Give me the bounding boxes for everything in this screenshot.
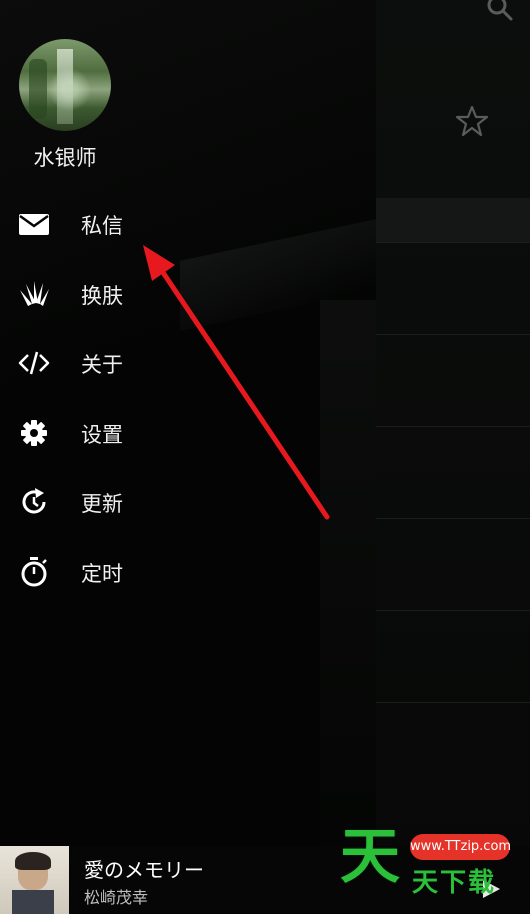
mail-icon — [19, 214, 49, 235]
code-icon — [18, 351, 50, 375]
update-icon — [22, 488, 46, 514]
watermark-url: www.TTzip.com — [410, 834, 511, 860]
watermark-glyph: 天 — [340, 822, 400, 892]
menu-item-label: 定时 — [81, 562, 123, 586]
song-title: 愛のメモリー — [84, 858, 204, 882]
divider — [376, 334, 530, 335]
menu-item-settings[interactable]: 设置 — [0, 403, 376, 463]
divider — [376, 426, 530, 427]
menu-item-update[interactable]: 更新 — [0, 472, 376, 532]
username[interactable]: 水银师 — [0, 142, 130, 172]
menu-item-about[interactable]: 关于 — [0, 333, 376, 393]
navigation-drawer: 水银师 私信 换肤 关于 设置 更新 定时 — [0, 0, 376, 914]
menu-item-timer[interactable]: 定时 — [0, 542, 376, 602]
menu-item-label: 更新 — [81, 492, 123, 516]
star-icon[interactable] — [455, 104, 489, 138]
menu-item-label: 私信 — [81, 214, 123, 238]
search-icon[interactable] — [484, 0, 514, 22]
divider — [376, 242, 530, 243]
gear-icon — [21, 420, 47, 446]
avatar[interactable] — [19, 39, 111, 131]
menu-item-label: 关于 — [81, 353, 123, 377]
timer-icon — [21, 557, 47, 587]
watermark-text: 天下载 — [412, 868, 497, 898]
menu-item-label: 换肤 — [81, 284, 123, 308]
song-artist: 松崎茂幸 — [84, 888, 149, 907]
menu-item-messages[interactable]: 私信 — [0, 194, 376, 254]
skin-icon — [20, 281, 49, 306]
album-art[interactable] — [0, 846, 69, 914]
menu-item-skin[interactable]: 换肤 — [0, 264, 376, 324]
divider — [376, 610, 530, 611]
divider — [376, 702, 530, 703]
content-band — [376, 198, 530, 242]
divider — [376, 518, 530, 519]
watermark-logo: 天 www.TTzip.com 天下载 — [340, 822, 520, 900]
menu-item-label: 设置 — [81, 423, 123, 447]
